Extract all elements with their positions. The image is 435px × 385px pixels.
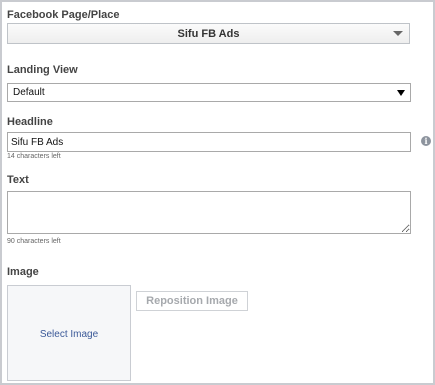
landing-view-selected: Default	[13, 87, 45, 98]
facebook-page-select[interactable]: Sifu FB Ads	[7, 23, 410, 44]
triangle-down-icon	[397, 90, 405, 96]
text-input[interactable]	[7, 191, 411, 234]
facebook-page-selected: Sifu FB Ads	[177, 28, 240, 40]
facebook-page-label: Facebook Page/Place	[7, 9, 120, 21]
headline-chars-left: 14 characters left	[7, 153, 61, 160]
reposition-image-button[interactable]: Reposition Image	[136, 291, 248, 311]
text-label: Text	[7, 174, 29, 186]
headline-input[interactable]	[7, 132, 411, 152]
select-image-label: Select Image	[39, 329, 99, 340]
select-image-button[interactable]: Select Image	[7, 285, 131, 381]
landing-view-label: Landing View	[7, 64, 78, 76]
ad-creative-panel: Facebook Page/Place Sifu FB Ads Landing …	[0, 0, 435, 385]
chevron-down-icon	[393, 31, 403, 36]
landing-view-select[interactable]: Default	[7, 83, 411, 102]
text-chars-left: 90 characters left	[7, 238, 61, 245]
info-icon[interactable]: i	[421, 136, 431, 146]
headline-label: Headline	[7, 116, 53, 128]
image-label: Image	[7, 266, 39, 278]
